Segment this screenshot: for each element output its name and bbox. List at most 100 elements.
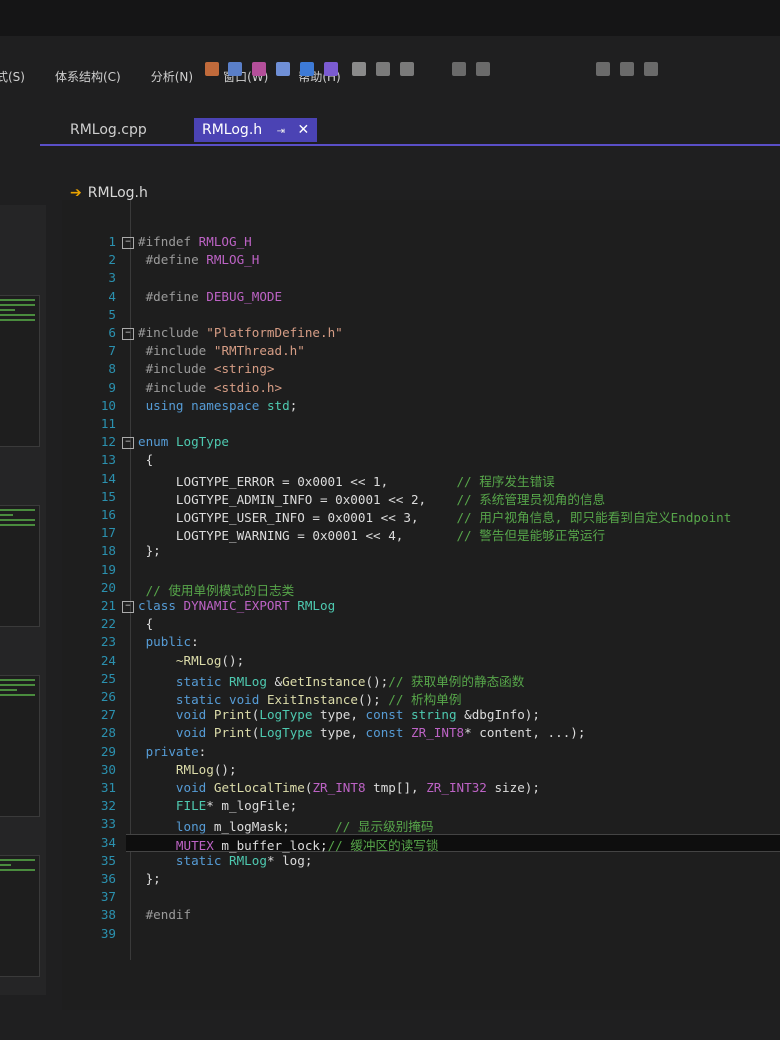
code-line[interactable]: #ifndef RMLOG_H [138,234,252,249]
fold-toggle-icon[interactable]: − [122,328,134,340]
code-line[interactable]: MUTEX m_buffer_lock;// 缓冲区的读写锁 [138,835,439,854]
code-line[interactable]: #include "PlatformDefine.h" [138,325,343,340]
line-number: 3 [108,270,116,286]
code-line[interactable]: static void ExitInstance(); // 析构单例 [138,689,462,708]
code-line[interactable]: using namespace std; [138,398,298,413]
line-number: 34 [100,834,116,850]
toolbar-icon[interactable] [276,62,290,76]
nav-file-label: RMLog.h [87,185,148,201]
code-line[interactable]: #endif [138,907,192,922]
code-line[interactable]: { [138,616,154,631]
code-line[interactable]: }; [138,543,161,558]
code-line[interactable]: private: [138,744,207,759]
code-line[interactable]: LOGTYPE_ERROR = 0x0001 << 1, // 程序发生错误 [138,471,555,490]
tab-rmlog-cpp[interactable]: RMLog.cpp [62,118,155,142]
code-line[interactable]: LOGTYPE_USER_INFO = 0x0001 << 3, // 用户视角… [138,507,731,526]
tab-rmlog-h[interactable]: RMLog.h ⇥ ✕ [194,118,318,142]
nav-file[interactable]: ➔ RMLog.h [70,185,148,201]
line-number: 11 [100,416,116,431]
arrow-right-icon: ➔ [70,185,82,201]
toolbar-icon[interactable] [476,62,490,76]
line-number: 39 [100,925,116,941]
line-number: 20 [100,579,116,595]
line-number: 26 [100,689,116,704]
toolbar-icon[interactable] [228,62,242,76]
line-number: 6 [108,325,116,340]
line-number: 24 [100,652,116,668]
line-number: 4 [108,288,116,304]
toolbar-icon[interactable] [324,62,338,76]
line-number: 10 [100,397,116,413]
line-number: 25 [100,670,116,686]
toolbar-icon[interactable] [452,62,466,76]
code-line[interactable]: void GetLocalTime(ZR_INT8 tmp[], ZR_INT3… [138,780,540,795]
fold-toggle-icon[interactable]: − [122,437,134,450]
fold-toggle-icon[interactable]: − [122,237,134,249]
line-number: 23 [100,634,116,650]
line-number: 14 [100,470,116,486]
code-line[interactable]: public: [138,634,199,649]
line-number: 15 [100,488,116,504]
line-number: 7 [108,343,116,359]
line-number: 28 [100,725,116,741]
toolbar-icon[interactable] [205,62,219,76]
code-line[interactable]: #define RMLOG_H [138,252,260,267]
line-number: 32 [100,798,116,814]
code-line[interactable]: }; [138,871,161,886]
tab-label: RMLog.h [202,122,263,138]
code-line[interactable]: long m_logMask; // 显示级别掩码 [138,816,434,835]
line-number: 9 [108,379,116,395]
code-line[interactable]: #include <string> [138,361,275,376]
editor-tab-strip: RMLog.cpp RMLog.h ⇥ ✕ [40,118,780,146]
toolbar-icon[interactable] [252,62,266,76]
line-number: 35 [100,852,116,868]
line-number: 38 [100,907,116,923]
toolbar-icon[interactable] [352,62,366,76]
code-line[interactable]: #include <stdio.h> [138,380,283,395]
toolbar-icon[interactable] [644,62,658,76]
close-icon[interactable]: ✕ [297,122,309,138]
pin-icon[interactable]: ⇥ [277,126,285,137]
line-number: 17 [100,525,116,541]
line-number: 19 [100,561,116,577]
line-number: 30 [100,761,116,777]
toolbar-icon[interactable] [596,62,610,76]
fold-toggle-icon[interactable]: − [122,601,134,613]
code-line[interactable]: #define DEBUG_MODE [138,289,283,304]
code-line[interactable]: RMLog(); [138,762,237,777]
code-line[interactable]: void Print(LogType type, const string &d… [138,707,540,722]
code-line[interactable]: { [138,452,154,467]
code-line[interactable]: FILE* m_logFile; [138,798,297,813]
line-number: 16 [100,507,116,522]
thumbnail [0,675,40,817]
line-number: 2 [108,252,116,268]
toolbar-icon[interactable] [376,62,390,76]
line-number: 18 [100,543,116,559]
code-line[interactable]: static RMLog* log; [138,853,313,868]
toolbar [0,62,780,88]
line-number: 37 [100,889,116,905]
code-line[interactable]: // 使用单例模式的日志类 [138,580,295,599]
line-number: 1 [108,234,116,249]
line-number: 22 [100,616,116,632]
solution-explorer-thumbnails [0,205,46,995]
toolbar-icon[interactable] [620,62,634,76]
line-number: 8 [108,361,116,377]
line-number: 27 [100,707,116,723]
code-line[interactable]: #include "RMThread.h" [138,343,305,358]
code-line[interactable]: void Print(LogType type, const ZR_INT8* … [138,725,586,740]
code-line[interactable]: static RMLog &GetInstance();// 获取单例的静态函数 [138,671,524,690]
thumbnail [0,295,40,447]
thumbnail [0,855,40,977]
code-line[interactable]: enum LogType [138,434,229,449]
line-number: 31 [100,780,116,795]
code-line[interactable]: LOGTYPE_ADMIN_INFO = 0x0001 << 2, // 系统管… [138,489,605,508]
toolbar-icon[interactable] [300,62,314,76]
line-number: 36 [100,871,116,886]
code-line[interactable]: LOGTYPE_WARNING = 0x0001 << 4, // 警告但是能够… [138,525,605,544]
line-number: 5 [108,306,116,322]
code-line[interactable]: class DYNAMIC_EXPORT RMLog [138,598,335,613]
tab-label: RMLog.cpp [70,122,147,138]
toolbar-icon[interactable] [400,62,414,76]
code-line[interactable]: ~RMLog(); [138,653,244,668]
